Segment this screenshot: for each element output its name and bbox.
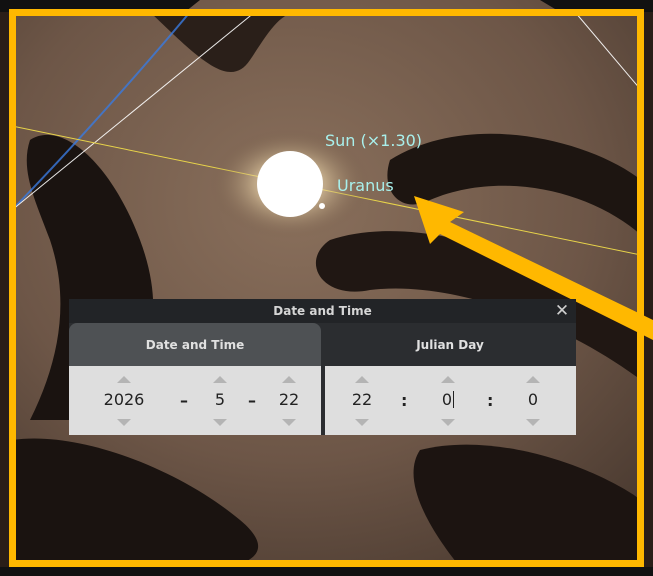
day-value[interactable]: 22 (267, 388, 311, 412)
time-separator: : (487, 391, 494, 410)
hour-value[interactable]: 22 (340, 388, 384, 412)
year-up-arrow-icon[interactable] (117, 376, 131, 383)
second-value[interactable]: 0 (511, 388, 555, 412)
second-up-arrow-icon[interactable] (526, 376, 540, 383)
date-separator: – (248, 391, 256, 410)
tab-julian-day[interactable]: Julian Day (324, 323, 576, 366)
sky-view[interactable] (0, 0, 653, 576)
outer-dark-corner (0, 0, 200, 12)
close-icon[interactable]: ✕ (552, 299, 572, 323)
minute-value-text[interactable]: 0 (442, 390, 452, 409)
uranus-marker[interactable] (319, 203, 325, 209)
year-down-arrow-icon[interactable] (117, 419, 131, 426)
tab-date-and-time[interactable]: Date and Time (69, 323, 321, 366)
text-cursor (453, 391, 455, 408)
dialog-tabs: Date and Time Julian Day (69, 323, 576, 366)
uranus-label: Uranus (337, 176, 394, 195)
day-up-arrow-icon[interactable] (282, 376, 296, 383)
day-down-arrow-icon[interactable] (282, 419, 296, 426)
hour-spinbox[interactable]: 22 (340, 372, 384, 428)
day-spinbox[interactable]: 22 (267, 372, 311, 428)
panel-divider (321, 366, 325, 435)
outer-dark-edge (0, 567, 653, 576)
second-spinbox[interactable]: 0 (511, 372, 555, 428)
date-time-fields: 2026 – 5 – 22 22 : 0 : 0 (69, 366, 576, 435)
sun-disk[interactable] (257, 151, 323, 217)
month-value[interactable]: 5 (198, 388, 242, 412)
year-value[interactable]: 2026 (101, 388, 147, 412)
minute-up-arrow-icon[interactable] (441, 376, 455, 383)
year-spinbox[interactable]: 2026 (101, 372, 147, 428)
date-separator: – (180, 391, 188, 410)
month-spinbox[interactable]: 5 (198, 372, 242, 428)
month-up-arrow-icon[interactable] (213, 376, 227, 383)
date-time-dialog: Date and Time ✕ Date and Time Julian Day… (69, 299, 576, 435)
minute-down-arrow-icon[interactable] (441, 419, 455, 426)
minute-value[interactable]: 0 (426, 388, 470, 412)
hour-up-arrow-icon[interactable] (355, 376, 369, 383)
hour-down-arrow-icon[interactable] (355, 419, 369, 426)
sun-label: Sun (×1.30) (325, 131, 423, 150)
dialog-title[interactable]: Date and Time (69, 299, 576, 323)
time-separator: : (401, 391, 408, 410)
outer-dark-edge (0, 12, 12, 576)
second-down-arrow-icon[interactable] (526, 419, 540, 426)
minute-spinbox[interactable]: 0 (426, 372, 470, 428)
month-down-arrow-icon[interactable] (213, 419, 227, 426)
outer-dark-edge (641, 12, 653, 576)
